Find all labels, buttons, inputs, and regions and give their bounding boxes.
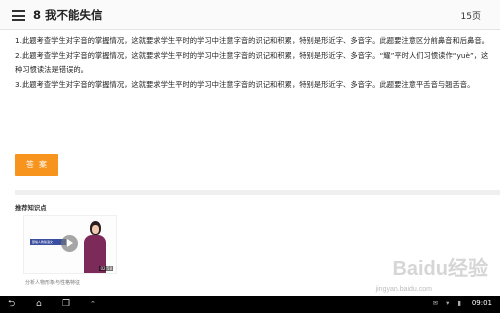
page-count: 15页 <box>460 12 481 22</box>
page-title: 8 我不能失信 <box>33 8 103 22</box>
baidu-watermark: Baidu经验 <box>392 252 488 281</box>
recent-apps-icon[interactable]: ❐ <box>62 298 70 310</box>
video-duration: 02:58 <box>99 266 113 271</box>
video-caption[interactable]: 分析人物形象与性格特征 <box>25 279 80 286</box>
answer-button[interactable]: 答案 <box>15 154 58 176</box>
status-icons: ✉ ▾ ▮ <box>432 299 464 307</box>
explanation-paragraph-3: 3.此题考查学生对字音的掌握情况，这就要求学生平时的学习中注意字音的识记和积累，… <box>15 80 475 89</box>
top-bar: 8 我不能失信 15页 <box>0 0 500 30</box>
recommend-section-title: 推荐知识点 <box>15 205 47 212</box>
explanation-paragraph-1: 1.此题考查学生对字音的掌握情况，这就要求学生平时的学习中注意字音的识记和积累，… <box>15 36 489 45</box>
system-navbar: ⮌ ⌂ ❐ ⌃ ✉ ▾ ▮ 09:01 <box>0 296 500 313</box>
video-thumbnail[interactable]: 部编人教版语文 02:58 <box>23 215 117 274</box>
menu-icon[interactable] <box>12 10 25 21</box>
home-icon[interactable]: ⌂ <box>36 298 42 310</box>
explanation-content: 1.此题考查学生对字音的掌握情况，这就要求学生平时的学习中注意字音的识记和积累，… <box>15 34 493 93</box>
up-icon[interactable]: ⌃ <box>90 298 96 310</box>
status-clock: 09:01 <box>471 299 492 307</box>
play-icon[interactable] <box>61 235 78 252</box>
explanation-paragraph-2: 2.此题考查学生对字音的掌握情况，这就要求学生平时的学习中注意字音的识记和积累，… <box>15 51 489 74</box>
watermark-brand: Baidu经验 <box>392 258 488 280</box>
back-icon[interactable]: ⮌ <box>8 298 15 310</box>
watermark-url: jingyan.baidu.com <box>375 286 432 293</box>
section-divider <box>15 190 500 195</box>
